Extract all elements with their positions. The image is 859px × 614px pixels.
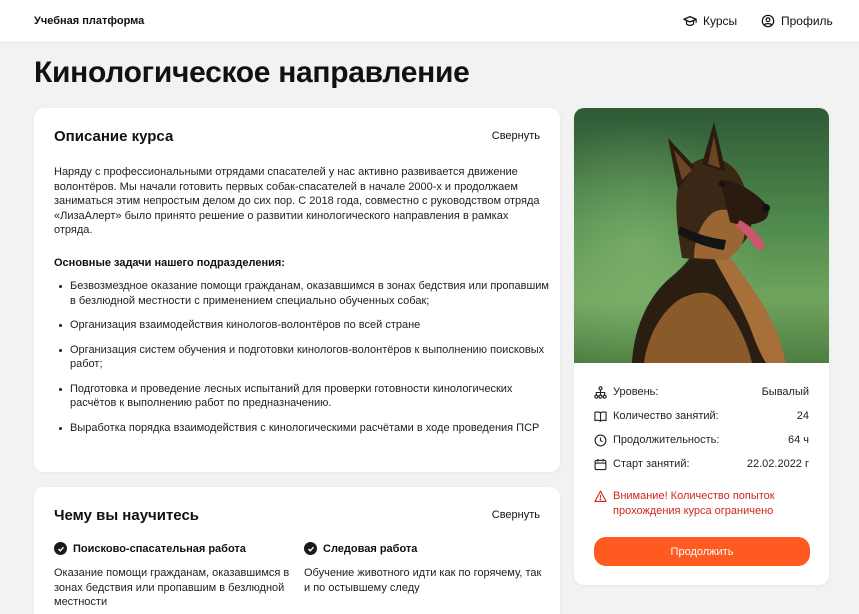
page-title: Кинологическое направление — [34, 56, 470, 89]
course-info-list: Уровень: Бывалый Количество занятий: 24 … — [594, 380, 809, 476]
tasks-title: Основные задачи нашего подразделения: — [54, 257, 285, 269]
book-icon — [594, 410, 607, 422]
skill-title: Следовая работа — [323, 542, 418, 555]
warning-text: Внимание! Количество попыток прохождения… — [613, 490, 775, 517]
continue-button[interactable]: Продолжить — [594, 537, 810, 566]
clock-icon — [594, 434, 607, 446]
graduation-cap-icon — [683, 16, 697, 26]
skill-item: Следовая работа Обучение животного идти … — [304, 542, 544, 595]
task-item: Организация взаимодействия кинологов-вол… — [54, 318, 549, 333]
hierarchy-icon — [594, 385, 607, 399]
task-list: Безвозмездное оказание помощи гражданам,… — [54, 279, 549, 435]
skill-title: Поисково-спасательная работа — [73, 542, 246, 555]
info-row-lessons: Количество занятий: 24 — [594, 404, 809, 428]
skill-item: Поисково-спасательная работа Оказание по… — [54, 542, 294, 610]
nav-profile-label: Профиль — [781, 14, 833, 28]
info-value: 24 — [796, 410, 809, 422]
info-row-start: Старт занятий: 22.02.2022 г — [594, 452, 809, 476]
description-title: Описание курса — [54, 128, 174, 145]
attempts-warning: Внимание! Количество попыток прохождения… — [594, 489, 809, 518]
course-info-card: Уровень: Бывалый Количество занятий: 24 … — [574, 108, 829, 585]
info-value: Бывалый — [761, 386, 809, 398]
learn-title: Чему вы научитесь — [54, 507, 200, 524]
task-item: Организация систем обучения и подготовки… — [54, 343, 549, 372]
calendar-icon — [594, 458, 607, 470]
task-item: Безвозмездное оказание помощи гражданам,… — [54, 279, 549, 308]
nav-courses-label: Курсы — [703, 14, 738, 28]
app-logo[interactable]: Учебная платформа — [34, 15, 144, 27]
nav-courses[interactable]: Курсы — [683, 14, 737, 28]
info-value: 22.02.2022 г — [746, 458, 809, 470]
description-text: Наряду с профессиональными отрядами спас… — [54, 166, 540, 236]
warning-icon — [594, 490, 607, 502]
info-label: Количество занятий: — [613, 410, 719, 422]
info-row-duration: Продолжительность: 64 ч — [594, 428, 809, 452]
info-label: Старт занятий: — [613, 458, 690, 470]
description-collapse-button[interactable]: Свернуть — [492, 130, 540, 142]
info-value: 64 ч — [787, 434, 809, 446]
top-header: Учебная платформа Курсы Профиль — [0, 0, 859, 43]
nav-profile[interactable]: Профиль — [761, 14, 833, 28]
task-item: Подготовка и проведение лесных испытаний… — [54, 382, 549, 411]
info-label: Продолжительность: — [613, 434, 720, 446]
check-circle-icon — [54, 542, 67, 555]
learn-collapse-button[interactable]: Свернуть — [492, 509, 540, 521]
skill-text: Оказание помощи гражданам, оказавшимся в… — [54, 567, 290, 608]
info-row-level: Уровень: Бывалый — [594, 380, 809, 404]
user-circle-icon — [761, 14, 775, 28]
check-circle-icon — [304, 542, 317, 555]
course-description-card: Описание курса Свернуть Наряду с професс… — [34, 108, 560, 472]
task-item: Выработка порядка взаимодействия с кинол… — [54, 421, 549, 436]
info-label: Уровень: — [613, 386, 659, 398]
dog-photo — [574, 108, 829, 363]
skill-text: Обучение животного идти как по горячему,… — [304, 567, 542, 594]
learn-card: Чему вы научитесь Свернуть Поисково-спас… — [34, 487, 560, 614]
